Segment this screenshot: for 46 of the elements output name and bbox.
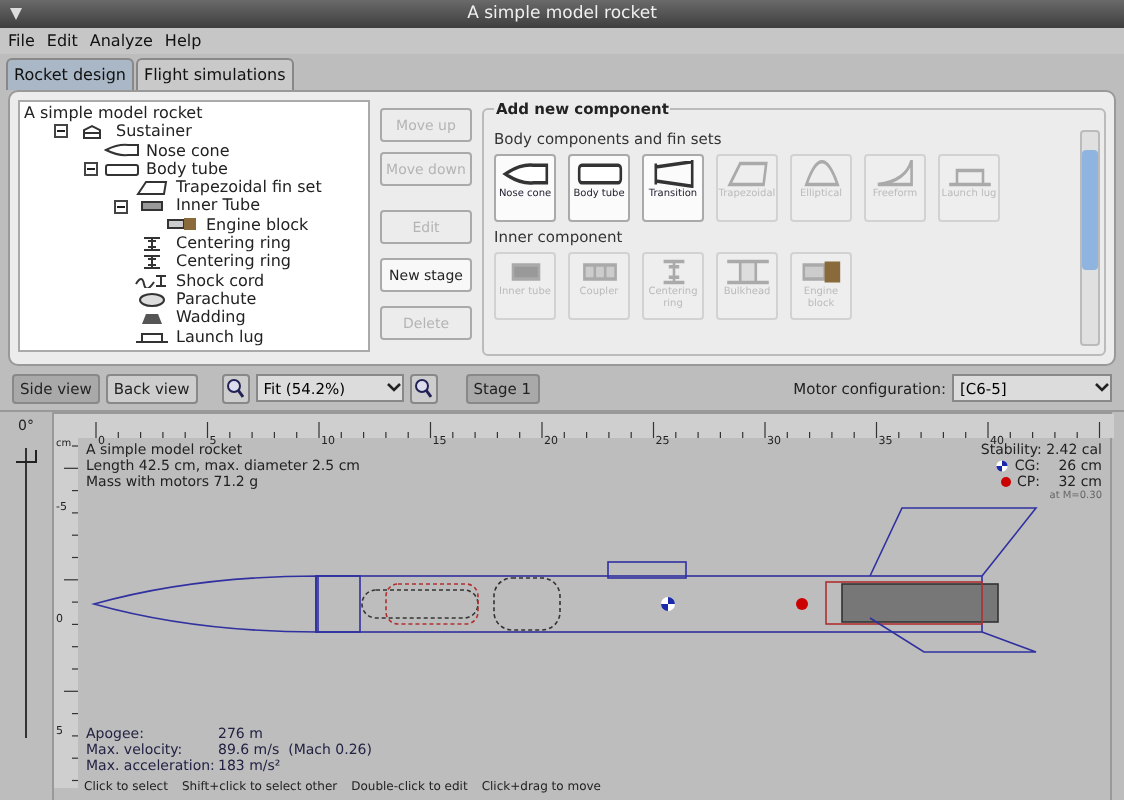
tab[interactable]: Rocket design — [6, 58, 134, 90]
window-title: A simple model rocket — [467, 4, 657, 24]
zoom-in-button[interactable] — [409, 373, 438, 403]
nose-cone-icon — [499, 160, 551, 188]
tube-icon — [102, 161, 142, 178]
tree-item[interactable]: Body tube — [146, 159, 228, 179]
tree-item[interactable]: Parachute — [176, 289, 257, 309]
app-icon — [8, 6, 24, 22]
cord-icon — [132, 272, 172, 289]
cg-marker — [661, 597, 675, 611]
menu-item[interactable]: File — [8, 32, 35, 50]
tree-item[interactable]: Shock cord — [176, 271, 265, 290]
caret-icon — [385, 382, 402, 394]
bulkhead-icon — [721, 258, 773, 286]
angle-slider[interactable] — [14, 442, 38, 742]
tree-item[interactable]: Centering ring — [176, 252, 291, 272]
tree-item[interactable]: Inner Tube — [176, 196, 260, 216]
cp-icon — [999, 476, 1012, 488]
menu-item[interactable]: Analyze — [89, 32, 153, 50]
collapse-icon[interactable] — [54, 124, 68, 139]
magnifier-icon — [414, 378, 433, 398]
engine-block-icon — [162, 216, 202, 233]
magnifier-icon — [226, 378, 245, 398]
tree-item[interactable]: A simple model rocket — [24, 104, 203, 123]
menu-item[interactable]: Edit — [46, 32, 78, 50]
tree-item[interactable]: Launch lug — [176, 327, 264, 346]
launch-lug-icon — [132, 328, 172, 345]
collapse-icon[interactable] — [114, 199, 128, 214]
cp-marker — [796, 598, 808, 610]
tree-item[interactable]: Nose cone — [146, 141, 230, 160]
collapse-icon[interactable] — [84, 162, 98, 177]
caret-icon — [1094, 382, 1110, 394]
tree-item[interactable]: Trapezoidal fin set — [176, 178, 322, 197]
rocket-drawing[interactable] — [93, 507, 1038, 653]
tree-item[interactable]: Engine block — [206, 215, 309, 235]
fin-icon — [132, 179, 172, 196]
tree-item[interactable]: Wadding — [176, 308, 246, 328]
tab[interactable]: Flight simulations — [135, 58, 294, 90]
scrollbar[interactable] — [1080, 130, 1100, 346]
tube-icon — [573, 160, 625, 188]
cg-icon — [996, 460, 1009, 472]
tree-item[interactable]: Centering ring — [176, 234, 291, 253]
menu-item[interactable]: Help — [164, 32, 202, 50]
nose-cone-icon — [102, 142, 142, 159]
zoom-out-button[interactable] — [221, 373, 250, 403]
tree-item[interactable]: Sustainer — [116, 122, 192, 142]
